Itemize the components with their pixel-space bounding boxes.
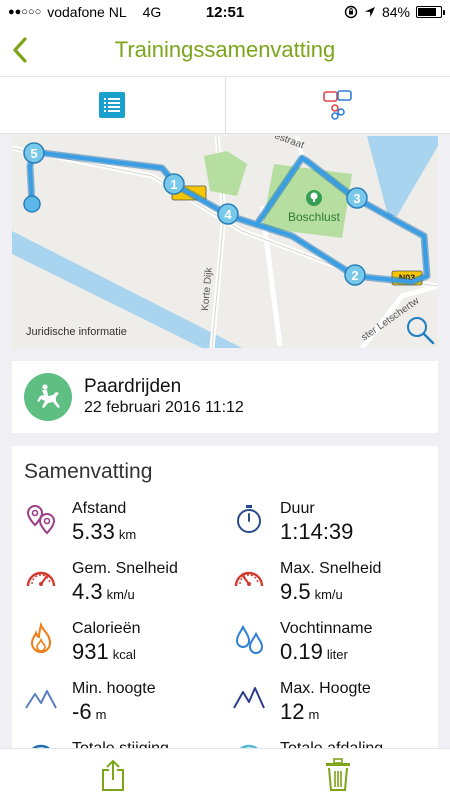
route-marker-2[interactable]: 2 bbox=[344, 264, 366, 286]
stat-label: Afstand bbox=[72, 500, 127, 517]
route-marker-4[interactable]: 4 bbox=[217, 203, 239, 225]
horse-riding-icon bbox=[24, 373, 72, 421]
stat-value: 931 kcal bbox=[72, 639, 136, 664]
svg-text:2: 2 bbox=[351, 268, 358, 283]
speedometer-icon bbox=[234, 571, 264, 587]
nav-bar: Trainingssamenvatting bbox=[0, 24, 450, 76]
map-zoom-button[interactable] bbox=[404, 314, 436, 346]
svg-text:5: 5 bbox=[30, 146, 37, 161]
delete-button[interactable] bbox=[225, 749, 450, 800]
water-drops-icon bbox=[235, 624, 264, 654]
stat-label: Min. hoogte bbox=[72, 680, 156, 697]
route-marker-3[interactable]: 3 bbox=[346, 187, 368, 209]
trash-icon bbox=[325, 757, 350, 791]
stat-min-altitude: Min. hoogte -6 m bbox=[24, 680, 224, 736]
stat-avg-speed: Gem. Snelheid 4.3 km/u bbox=[24, 560, 224, 616]
stopwatch-icon bbox=[237, 505, 261, 533]
mountains-icon bbox=[233, 687, 265, 709]
activity-card: Paardrijden 22 februari 2016 11:12 bbox=[12, 361, 438, 433]
road-label-korte-dijk: Korte Dijk bbox=[200, 266, 215, 311]
stat-label: Max. Snelheid bbox=[280, 560, 382, 577]
status-right: 84% bbox=[344, 4, 445, 20]
mountains-icon bbox=[25, 690, 57, 709]
stat-label: Gem. Snelheid bbox=[72, 560, 178, 577]
battery-percent: 84% bbox=[381, 4, 410, 20]
map-canvas: Boschlust Korte Dijk ster Letschertw est… bbox=[12, 136, 438, 348]
summary-card: Samenvatting Afstand 5.33 km Duur 1:14:39… bbox=[12, 446, 438, 756]
stat-label: Max. Hoogte bbox=[280, 680, 371, 697]
route-marker-1[interactable]: 1 bbox=[163, 173, 185, 195]
bottom-toolbar bbox=[0, 748, 450, 800]
stat-value: 9.5 km/u bbox=[280, 579, 343, 604]
green-area bbox=[204, 151, 247, 196]
stat-duration: Duur 1:14:39 bbox=[232, 500, 432, 556]
location-arrow-icon bbox=[364, 7, 375, 17]
stat-value: 0.19 liter bbox=[280, 639, 348, 664]
stat-max-altitude: Max. Hoogte 12 m bbox=[232, 680, 432, 736]
stat-label: Duur bbox=[280, 500, 315, 517]
svg-text:1: 1 bbox=[170, 177, 177, 192]
route-marker-5[interactable]: 5 bbox=[23, 142, 45, 164]
stat-label: Calorieën bbox=[72, 620, 141, 637]
stat-value: 12 m bbox=[280, 699, 320, 724]
stat-hydration: Vochtinname 0.19 liter bbox=[232, 620, 432, 676]
water-shape bbox=[367, 136, 438, 216]
share-icon bbox=[101, 759, 124, 791]
stat-value: -6 m bbox=[72, 699, 107, 724]
status-bar: ●●○○○ vodafone NL 4G 12:51 84% bbox=[0, 0, 450, 24]
park-label: Boschlust bbox=[288, 210, 341, 224]
magnifier-icon bbox=[407, 317, 435, 345]
page-title: Trainingssamenvatting bbox=[114, 37, 336, 62]
battery-icon bbox=[416, 6, 445, 18]
view-tabs bbox=[0, 76, 450, 134]
stat-label: Vochtinname bbox=[280, 620, 373, 637]
road-label-straat: estraat bbox=[273, 136, 306, 151]
flame-icon bbox=[30, 622, 52, 653]
legal-info-link[interactable]: Juridische informatie bbox=[26, 326, 127, 338]
svg-text:3: 3 bbox=[353, 191, 360, 206]
stat-value: 4.3 km/u bbox=[72, 579, 135, 604]
tab-social[interactable] bbox=[224, 77, 450, 133]
stat-max-speed: Max. Snelheid 9.5 km/u bbox=[232, 560, 432, 616]
activity-date: 22 februari 2016 11:12 bbox=[84, 399, 244, 416]
tab-summary[interactable] bbox=[0, 77, 225, 133]
summary-title: Samenvatting bbox=[24, 460, 153, 483]
location-pins-icon bbox=[26, 504, 56, 535]
speedometer-icon bbox=[26, 571, 56, 587]
stat-value: 5.33 km bbox=[72, 519, 137, 544]
stat-distance: Afstand 5.33 km bbox=[24, 500, 224, 556]
route-end-marker[interactable] bbox=[23, 195, 41, 213]
orientation-lock-icon bbox=[344, 5, 358, 19]
route-map[interactable]: Boschlust Korte Dijk ster Letschertw est… bbox=[12, 136, 438, 348]
stat-calories: Calorieën 931 kcal bbox=[24, 620, 224, 676]
svg-text:4: 4 bbox=[224, 207, 232, 222]
chat-bubbles-icon bbox=[322, 90, 352, 120]
stat-value: 1:14:39 bbox=[280, 519, 354, 544]
share-button[interactable] bbox=[0, 749, 225, 800]
activity-name: Paardrijden bbox=[84, 376, 182, 397]
list-icon bbox=[99, 92, 126, 118]
park-pin-icon bbox=[306, 190, 322, 206]
